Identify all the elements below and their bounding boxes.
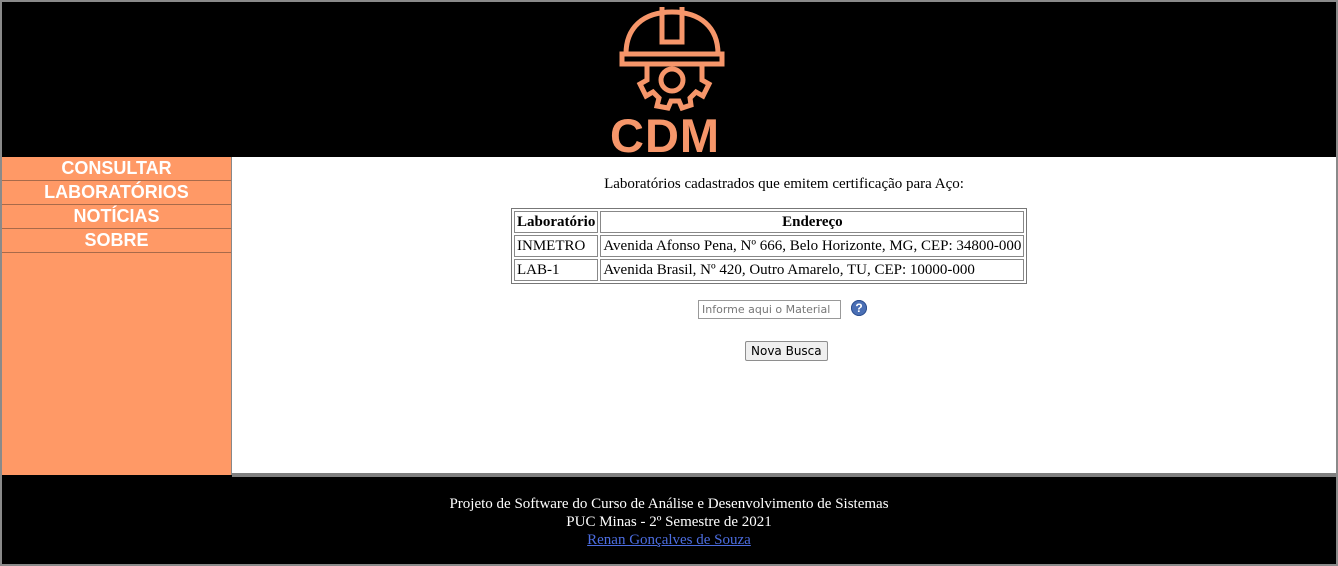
material-search: ? — [698, 300, 867, 319]
main-content: Laboratórios cadastrados que emitem cert… — [232, 157, 1336, 473]
footer-course-text: PUC Minas - 2º Semestre de 2021 — [566, 514, 772, 530]
page-header: CDM — [2, 2, 1336, 162]
cell-laboratorio: LAB-1 — [514, 259, 599, 281]
nav-item-noticias[interactable]: NOTÍCIAS — [2, 205, 231, 229]
nav-item-sobre[interactable]: SOBRE — [2, 229, 231, 253]
table-row: LAB-1 Avenida Brasil, Nº 420, Outro Amar… — [514, 259, 1025, 281]
question-circle-icon[interactable]: ? — [851, 300, 867, 316]
nav-item-laboratorios[interactable]: LABORATÓRIOS — [2, 181, 231, 205]
laboratories-table: Laboratório Endereço INMETRO Avenida Afo… — [511, 208, 1028, 284]
material-search-input[interactable] — [698, 300, 841, 319]
cell-endereco: Avenida Brasil, Nº 420, Outro Amarelo, T… — [600, 259, 1025, 281]
results-heading: Laboratórios cadastrados que emitem cert… — [604, 176, 964, 192]
author-link[interactable]: Renan Gonçalves de Souza — [587, 532, 751, 548]
cell-laboratorio: INMETRO — [514, 235, 599, 257]
column-header-laboratorio: Laboratório — [514, 211, 599, 233]
footer-project-text: Projeto de Software do Curso de Análise … — [449, 496, 889, 512]
table-header-row: Laboratório Endereço — [514, 211, 1025, 233]
page-footer: Projeto de Software do Curso de Análise … — [2, 477, 1336, 564]
nav-item-consultar[interactable]: CONSULTAR — [2, 157, 231, 181]
cell-endereco: Avenida Afonso Pena, Nº 666, Belo Horizo… — [600, 235, 1025, 257]
logo-text: CDM — [610, 109, 721, 162]
sidebar-nav: CONSULTAR LABORATÓRIOS NOTÍCIAS SOBRE — [2, 157, 232, 475]
new-search-button[interactable]: Nova Busca — [745, 341, 828, 361]
table-row: INMETRO Avenida Afonso Pena, Nº 666, Bel… — [514, 235, 1025, 257]
column-header-endereco: Endereço — [600, 211, 1025, 233]
